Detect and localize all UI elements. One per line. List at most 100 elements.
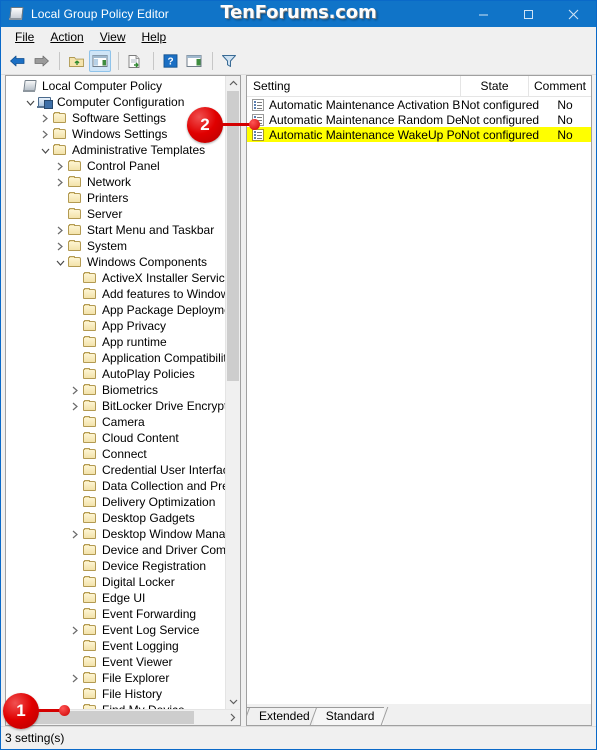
tree-item-app-package-deployment[interactable]: App Package Deployment (6, 302, 225, 318)
tree-item-desktop-gadgets[interactable]: Desktop Gadgets (6, 510, 225, 526)
tree-item-system[interactable]: System (6, 238, 225, 254)
tree-item-start-menu-and-taskbar[interactable]: Start Menu and Taskbar (6, 222, 225, 238)
cell-setting: Automatic Maintenance Activation Boundar… (247, 98, 461, 112)
scroll-left-arrow-icon[interactable] (6, 710, 21, 725)
tree-vertical-scrollbar[interactable] (225, 76, 240, 709)
tab-extended[interactable]: Extended (247, 707, 320, 725)
tree-horizontal-scrollbar[interactable] (6, 709, 240, 725)
tree-item-connect[interactable]: Connect (6, 446, 225, 462)
show-hide-action-pane-icon[interactable] (183, 50, 205, 72)
folder-icon (67, 239, 83, 253)
column-header-state[interactable]: State (461, 76, 529, 96)
tree-item-cloud-content[interactable]: Cloud Content (6, 430, 225, 446)
tree-item-biometrics[interactable]: Biometrics (6, 382, 225, 398)
chevron-right-icon[interactable] (68, 670, 82, 686)
filter-icon[interactable] (218, 50, 240, 72)
tree-item-application-compatibility[interactable]: Application Compatibility (6, 350, 225, 366)
tree-item-label: Application Compatibility (102, 351, 225, 365)
tree-item-file-explorer[interactable]: File Explorer (6, 670, 225, 686)
tree-item-printers[interactable]: Printers (6, 190, 225, 206)
tree-item-digital-locker[interactable]: Digital Locker (6, 574, 225, 590)
chevron-right-icon[interactable] (53, 158, 67, 174)
chevron-right-icon[interactable] (38, 110, 52, 126)
chevron-right-icon[interactable] (68, 526, 82, 542)
column-header-setting[interactable]: Setting (247, 76, 461, 96)
show-hide-console-tree-icon[interactable] (89, 50, 111, 72)
chevron-right-icon[interactable] (68, 622, 82, 638)
tree-item-event-logging[interactable]: Event Logging (6, 638, 225, 654)
table-row[interactable]: Automatic Maintenance Random Delay Not co… (247, 112, 591, 127)
chevron-down-icon[interactable] (23, 94, 37, 110)
tree-item-windows-components[interactable]: Windows Components (6, 254, 225, 270)
tree-item-software-settings[interactable]: Software Settings (6, 110, 225, 126)
up-folder-icon[interactable] (65, 50, 87, 72)
minimize-button[interactable] (461, 1, 506, 27)
chevron-right-icon[interactable] (38, 126, 52, 142)
tree-item-administrative-templates[interactable]: Administrative Templates (6, 142, 225, 158)
tree-item-device-and-driver-compatibility[interactable]: Device and Driver Compatibility (6, 542, 225, 558)
tree-scroll-track[interactable] (226, 91, 240, 694)
tree-item-delivery-optimization[interactable]: Delivery Optimization (6, 494, 225, 510)
chevron-right-icon[interactable] (53, 238, 67, 254)
tree-item-windows-settings[interactable]: Windows Settings (6, 126, 225, 142)
menu-file[interactable]: File (7, 28, 42, 46)
tree-item-camera[interactable]: Camera (6, 414, 225, 430)
chevron-right-icon[interactable] (68, 398, 82, 414)
menu-help[interactable]: Help (134, 28, 175, 46)
scroll-right-arrow-icon[interactable] (225, 710, 240, 725)
column-header-comment[interactable]: Comment (529, 76, 591, 96)
back-arrow-icon[interactable] (6, 50, 28, 72)
tree-hscroll-track[interactable] (21, 710, 225, 725)
tree-item-server[interactable]: Server (6, 206, 225, 222)
tree-item-autoplay-policies[interactable]: AutoPlay Policies (6, 366, 225, 382)
forward-arrow-icon[interactable] (30, 50, 52, 72)
help-icon[interactable]: ? (159, 50, 181, 72)
tree-item-label: Event Log Service (102, 623, 200, 637)
tree-item-device-registration[interactable]: Device Registration (6, 558, 225, 574)
toolbar-separator-1 (59, 52, 60, 70)
settings-list[interactable]: Automatic Maintenance Activation Boundar… (247, 97, 591, 704)
tree-hscroll-thumb[interactable] (21, 711, 194, 724)
table-row[interactable]: Automatic Maintenance Activation Boundar… (247, 97, 591, 112)
tree-item-data-collection-and-preview-builds[interactable]: Data Collection and Preview Builds (6, 478, 225, 494)
folder-icon (82, 479, 98, 493)
tree-item-desktop-window-manager[interactable]: Desktop Window Manager (6, 526, 225, 542)
cell-setting: Automatic Maintenance Random Delay (247, 113, 461, 127)
tree-item-file-history[interactable]: File History (6, 686, 225, 702)
menu-action[interactable]: Action (42, 28, 91, 46)
folder-icon (82, 655, 98, 669)
scroll-down-arrow-icon[interactable] (226, 694, 240, 709)
scroll-up-arrow-icon[interactable] (226, 76, 240, 91)
tree-scroll-thumb[interactable] (227, 91, 239, 381)
chevron-right-icon[interactable] (68, 382, 82, 398)
menu-bar: File Action View Help (1, 27, 596, 48)
tree-item-add-features-to-windows-10[interactable]: Add features to Windows 10 (6, 286, 225, 302)
tree-item-activex-installer-service[interactable]: ActiveX Installer Service (6, 270, 225, 286)
tree-item-event-viewer[interactable]: Event Viewer (6, 654, 225, 670)
chevron-down-icon[interactable] (38, 142, 52, 158)
tree-item-find-my-device[interactable]: Find My Device (6, 702, 225, 709)
tree-item-network[interactable]: Network (6, 174, 225, 190)
tree-item-app-privacy[interactable]: App Privacy (6, 318, 225, 334)
table-row[interactable]: Automatic Maintenance WakeUp Policy Not c… (247, 127, 591, 142)
tree-item-event-log-service[interactable]: Event Log Service (6, 622, 225, 638)
chevron-down-icon[interactable] (53, 254, 67, 270)
tree-item-edge-ui[interactable]: Edge UI (6, 590, 225, 606)
export-list-icon[interactable] (124, 50, 146, 72)
tab-standard[interactable]: Standard (313, 707, 385, 725)
console-tree[interactable]: Local Computer Policy Computer Configurat… (6, 76, 225, 709)
tree-item-local-computer-policy[interactable]: Local Computer Policy (6, 78, 225, 94)
tree-item-event-forwarding[interactable]: Event Forwarding (6, 606, 225, 622)
tree-item-bitlocker-drive-encryption[interactable]: BitLocker Drive Encryption (6, 398, 225, 414)
tree-item-credential-user-interface[interactable]: Credential User Interface (6, 462, 225, 478)
chevron-right-icon[interactable] (53, 222, 67, 238)
maximize-button[interactable] (506, 1, 551, 27)
tree-item-computer-configuration[interactable]: Computer Configuration (6, 94, 225, 110)
chevron-right-icon[interactable] (53, 174, 67, 190)
tree-item-app-runtime[interactable]: App runtime (6, 334, 225, 350)
tree-item-label: Printers (87, 191, 129, 205)
close-button[interactable] (551, 1, 596, 27)
tree-item-label: Control Panel (87, 159, 160, 173)
menu-view[interactable]: View (92, 28, 134, 46)
tree-item-control-panel[interactable]: Control Panel (6, 158, 225, 174)
